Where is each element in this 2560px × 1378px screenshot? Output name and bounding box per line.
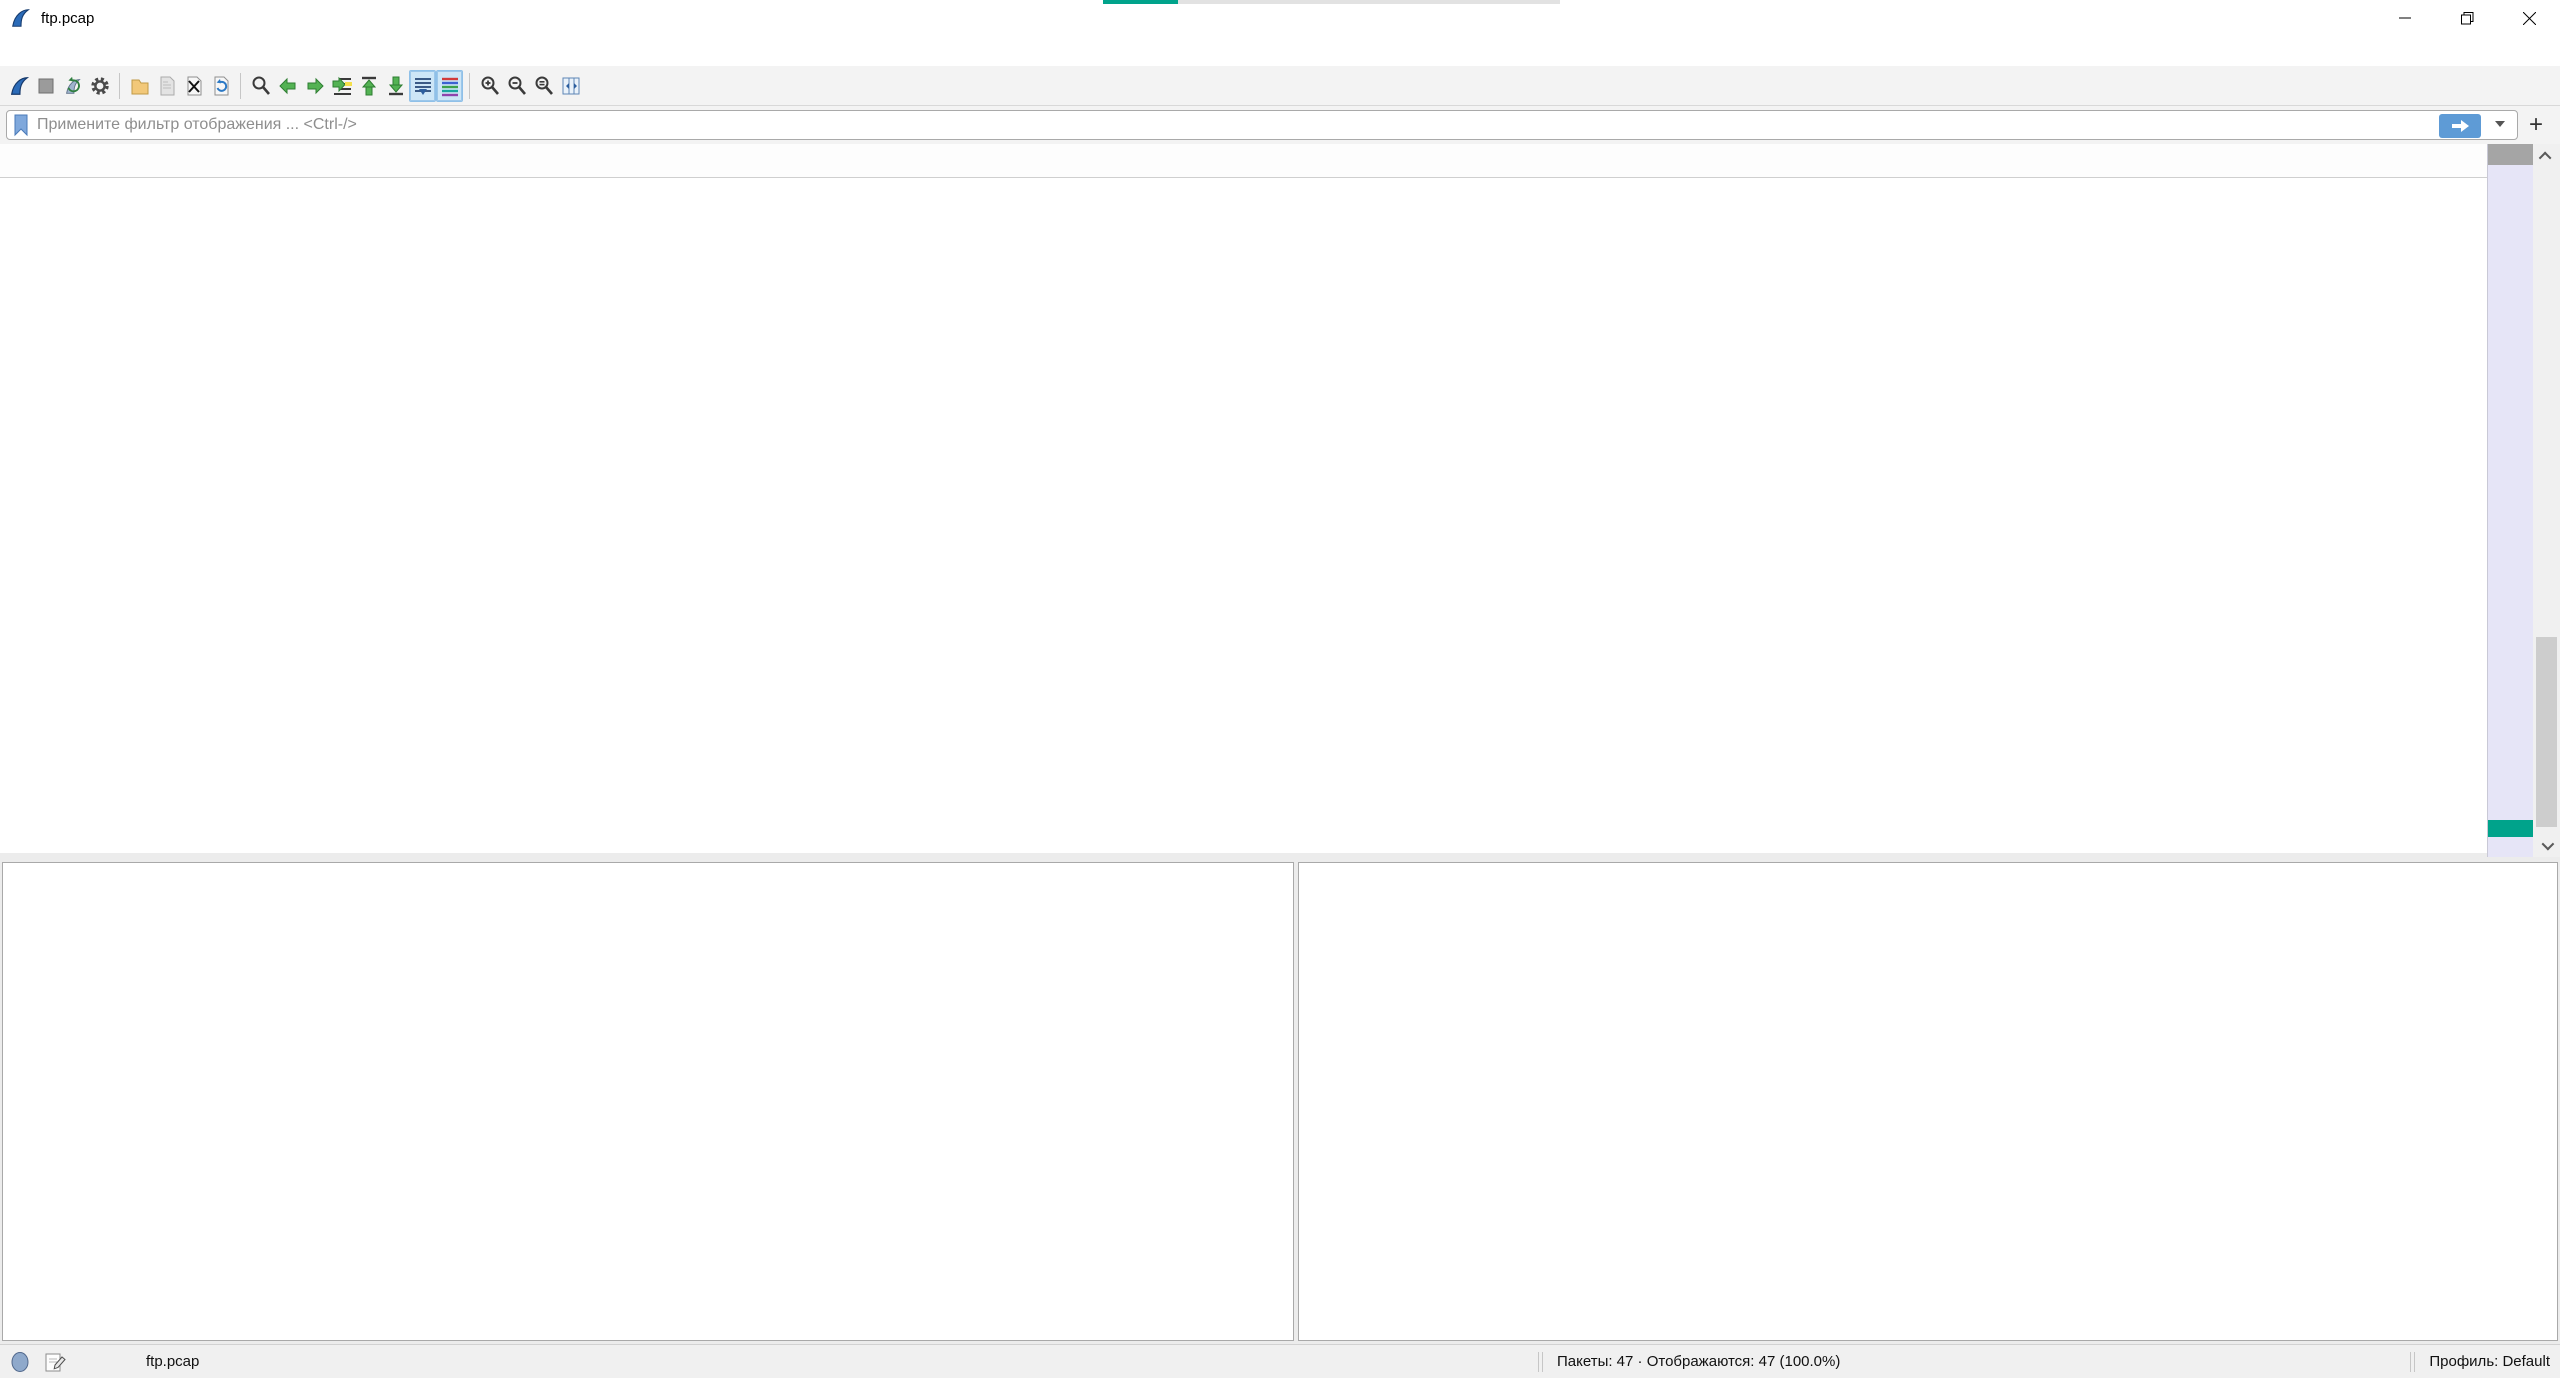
- expert-info-icon[interactable]: [10, 1351, 30, 1373]
- toolbar-separator: [469, 73, 470, 99]
- packet-list-scrollbar[interactable]: [2533, 144, 2560, 857]
- packet-list: [0, 178, 2533, 853]
- restore-button[interactable]: [2436, 0, 2498, 36]
- display-filter-input[interactable]: [37, 112, 2517, 138]
- save-file-icon[interactable]: [153, 70, 180, 102]
- filter-bar: +: [0, 106, 2560, 144]
- recording-progress-done: [1103, 0, 1178, 4]
- recording-progress-overlay: [1103, 0, 1560, 4]
- capture-comment-icon[interactable]: [44, 1351, 66, 1373]
- toolbar-separator: [119, 73, 120, 99]
- go-first-icon[interactable]: [355, 70, 382, 102]
- capture-options-icon[interactable]: [86, 70, 113, 102]
- main-toolbar: [0, 66, 2560, 106]
- zoom-reset-icon[interactable]: [530, 70, 557, 102]
- reload-file-icon[interactable]: [207, 70, 234, 102]
- profile-text[interactable]: Профиль: Default: [2415, 1353, 2560, 1370]
- window-title: ftp.pcap: [41, 10, 94, 27]
- resize-columns-icon[interactable]: [557, 70, 584, 102]
- packet-count-text: Пакеты: 47 · Отображаются: 47 (100.0%): [1543, 1353, 2410, 1370]
- scrollbar-thumb[interactable]: [2536, 637, 2557, 827]
- zoom-out-icon[interactable]: [503, 70, 530, 102]
- scrollbar-minimap: [2487, 144, 2533, 857]
- minimap-top-segment: [2488, 144, 2533, 165]
- add-filter-button[interactable]: +: [2518, 108, 2554, 142]
- go-forward-icon[interactable]: [301, 70, 328, 102]
- minimap-selected-marker: [2488, 820, 2533, 837]
- wireshark-fin-icon: [10, 7, 32, 29]
- filter-dropdown-caret[interactable]: [2495, 121, 2505, 127]
- display-filter-box[interactable]: [6, 110, 2518, 140]
- menubar: [0, 36, 2560, 66]
- colorize-icon[interactable]: [436, 70, 463, 102]
- restart-capture-icon[interactable]: [59, 70, 86, 102]
- zoom-in-icon[interactable]: [476, 70, 503, 102]
- scroll-down-icon[interactable]: [2533, 833, 2560, 857]
- auto-scroll-icon[interactable]: [409, 70, 436, 102]
- close-button[interactable]: [2498, 0, 2560, 36]
- close-file-icon[interactable]: [180, 70, 207, 102]
- statusbar: ftp.pcap Пакеты: 47 · Отображаются: 47 (…: [0, 1344, 2560, 1378]
- packet-list-header: [0, 144, 2560, 178]
- apply-filter-button[interactable]: [2439, 114, 2481, 138]
- go-back-icon[interactable]: [274, 70, 301, 102]
- titlebar: ftp.pcap: [0, 0, 2560, 36]
- find-packet-icon[interactable]: [247, 70, 274, 102]
- packet-details-pane: [2, 862, 1294, 1341]
- toolbar-separator: [240, 73, 241, 99]
- stop-capture-icon[interactable]: [32, 70, 59, 102]
- go-last-icon[interactable]: [382, 70, 409, 102]
- start-capture-icon[interactable]: [5, 70, 32, 102]
- open-file-icon[interactable]: [126, 70, 153, 102]
- filter-bookmark-icon[interactable]: [12, 113, 30, 137]
- minimize-button[interactable]: [2374, 0, 2436, 36]
- statusbar-filename: ftp.pcap: [146, 1353, 199, 1370]
- scroll-up-icon[interactable]: [2533, 144, 2560, 168]
- go-to-packet-icon[interactable]: [328, 70, 355, 102]
- packet-bytes-pane: [1298, 862, 2558, 1341]
